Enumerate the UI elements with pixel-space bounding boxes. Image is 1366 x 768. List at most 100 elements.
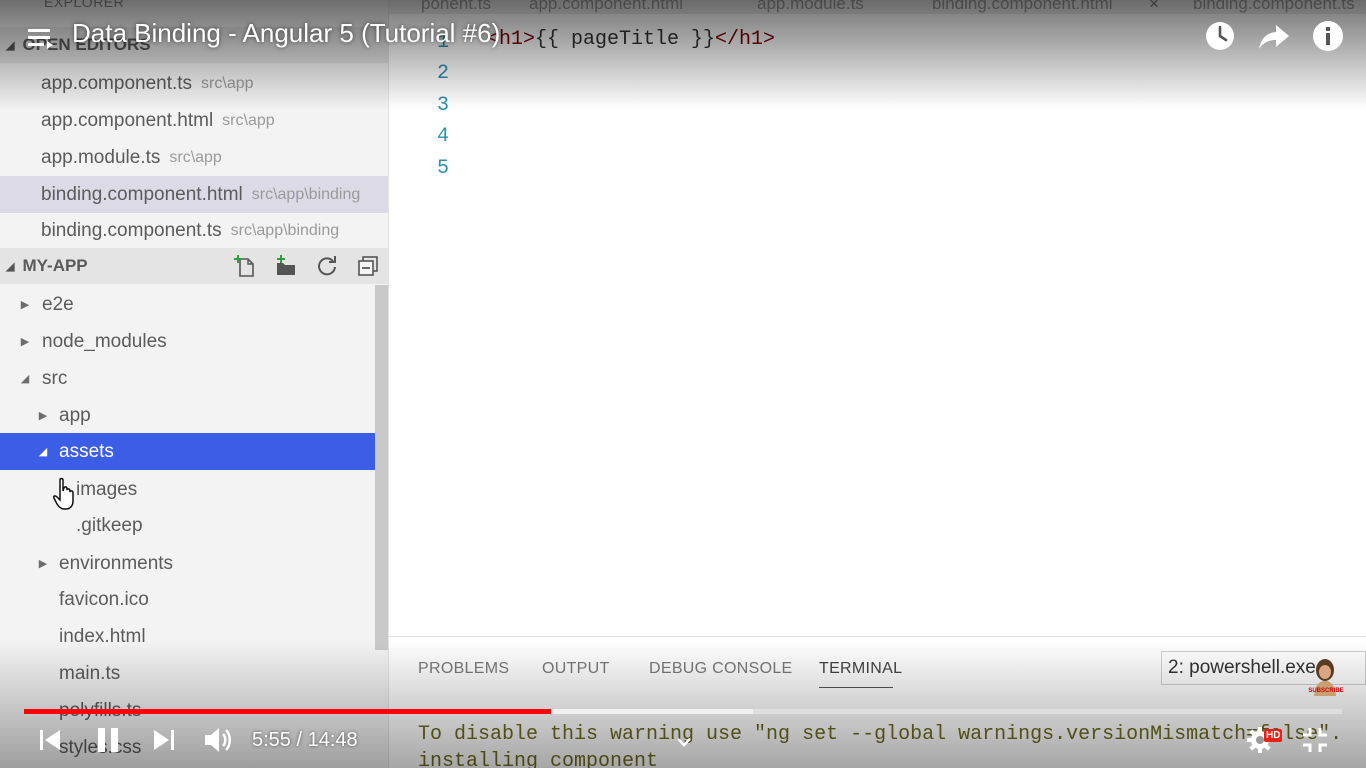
line-number: 2: [436, 62, 449, 85]
tree-folder-node-modules[interactable]: ▶ node_modules: [0, 323, 374, 360]
tree-item-label: environments: [59, 552, 174, 574]
expand-arrow-icon: ▶: [20, 299, 30, 311]
open-editor-path: src\app: [222, 111, 275, 129]
explorer-label: EXPLORER: [44, 0, 125, 10]
tree-file-index[interactable]: index.html: [0, 618, 374, 655]
panel-tab-output[interactable]: OUTPUT: [542, 660, 610, 678]
editor-tab[interactable]: ponent.ts: [421, 0, 491, 14]
progress-bar[interactable]: [24, 709, 1342, 714]
collapse-all-icon[interactable]: [355, 253, 381, 279]
next-button[interactable]: [146, 722, 182, 758]
tree-folder-assets[interactable]: ◢ assets: [0, 433, 388, 470]
tree-item-label: images: [76, 478, 138, 500]
watch-later-icon[interactable]: [1202, 18, 1238, 54]
subscribe-label[interactable]: SUBSCRIBE: [1306, 688, 1346, 694]
tree-item-label: index.html: [59, 625, 146, 647]
collapse-arrow-icon: ◢: [20, 373, 30, 385]
volume-icon: [205, 728, 231, 752]
editor-tab[interactable]: app.module.ts: [757, 0, 864, 14]
skip-next-icon: [154, 730, 174, 750]
previous-button[interactable]: [32, 722, 68, 758]
pause-button[interactable]: [90, 722, 126, 758]
tree-folder-environments[interactable]: ▶ environments: [0, 545, 374, 582]
exit-fullscreen-icon: [1303, 728, 1327, 752]
open-editor-name: app.component.ts: [41, 72, 193, 94]
vscode-window: EXPLORER ◢ OPEN EDITORS app.component.ts…: [0, 0, 1366, 768]
refresh-icon[interactable]: [314, 253, 340, 279]
video-title[interactable]: Data Binding - Angular 5 (Tutorial #6): [72, 18, 500, 49]
panel-tab-terminal[interactable]: TERMINAL: [819, 660, 902, 678]
time-separator: /: [290, 729, 308, 751]
hand-cursor-icon: [53, 477, 74, 510]
exit-fullscreen-button[interactable]: [1297, 722, 1333, 758]
tree-item-label: app: [59, 404, 91, 426]
code-editor[interactable]: ponent.ts app.component.html app.module.…: [389, 0, 1366, 636]
new-folder-icon[interactable]: [273, 253, 299, 279]
explorer-sidebar: EXPLORER ◢ OPEN EDITORS app.component.ts…: [0, 0, 389, 768]
open-editor-path: src\app: [169, 148, 222, 166]
editor-tab-active[interactable]: binding.component.html: [932, 0, 1113, 14]
chapter-dropdown[interactable]: [666, 724, 702, 760]
open-editor-item[interactable]: app.component.html src\app: [0, 102, 388, 139]
tree-item-label: src: [42, 367, 68, 389]
new-file-icon[interactable]: [232, 253, 258, 279]
open-editor-name: app.component.html: [41, 109, 214, 131]
open-editor-path: src\app\binding: [230, 221, 340, 239]
editor-tab[interactable]: binding.component.ts: [1193, 0, 1355, 14]
active-tab-underline: [819, 687, 893, 688]
info-icon[interactable]: [1310, 18, 1346, 54]
tree-file-main[interactable]: main.ts: [0, 655, 374, 692]
time-total: 14:48: [307, 729, 358, 751]
tree-folder-e2e[interactable]: ▶ e2e: [0, 286, 374, 323]
editor-tab[interactable]: app.component.html: [529, 0, 683, 14]
open-editor-item[interactable]: app.component.ts src\app: [0, 65, 388, 102]
tree-folder-src[interactable]: ◢ src: [0, 360, 374, 397]
expand-arrow-icon: ▶: [38, 410, 48, 422]
open-editor-name: app.module.ts: [41, 146, 161, 168]
chevron-down-icon: [677, 738, 691, 747]
sidebar-scrollbar[interactable]: [375, 285, 388, 650]
collapse-arrow-icon: ◢: [38, 446, 48, 458]
terminal-output-line: installing component: [418, 750, 659, 768]
share-icon[interactable]: [1256, 18, 1292, 54]
line-number: 3: [436, 94, 449, 117]
project-title: MY-APP: [22, 256, 88, 275]
explorer-actions: [232, 248, 381, 284]
panel-tab-problems[interactable]: PROBLEMS: [418, 660, 509, 678]
expand-arrow-icon: ▶: [20, 336, 30, 348]
tree-folder-app[interactable]: ▶ app: [0, 397, 374, 434]
collapse-arrow-icon: ◢: [6, 39, 15, 52]
open-editor-path: src\app: [201, 74, 254, 92]
tree-item-label: main.ts: [59, 662, 121, 684]
code-line-1[interactable]: <h1>{{ pageTitle }}</h1>: [487, 28, 775, 51]
hd-badge: HD: [1264, 729, 1283, 742]
terminal-output-line: To disable this warning use "ng set --gl…: [418, 723, 1343, 746]
playlist-menu-icon[interactable]: [22, 22, 58, 54]
editor-tab-bar: ponent.ts app.component.html app.module.…: [389, 0, 1366, 14]
collapse-arrow-icon: ◢: [6, 260, 15, 273]
code-interpolation: {{ pageTitle }}: [535, 28, 716, 51]
code-close-tag: </h1>: [715, 28, 776, 51]
line-number: 4: [436, 125, 449, 148]
open-editor-item-active[interactable]: binding.component.html src\app\binding: [0, 176, 388, 213]
panel-tab-debug-console[interactable]: DEBUG CONSOLE: [649, 660, 793, 678]
expand-arrow-icon: ▶: [38, 558, 48, 570]
volume-button[interactable]: [200, 722, 236, 758]
tree-item-label: .gitkeep: [76, 514, 143, 536]
open-editor-item[interactable]: binding.component.ts src\app\binding: [0, 212, 388, 249]
time-current: 5:55: [252, 729, 291, 751]
project-header[interactable]: ◢ MY-APP: [0, 248, 388, 284]
close-tab-icon[interactable]: ×: [1149, 0, 1159, 14]
tree-item-label: node_modules: [42, 330, 167, 352]
progress-played: [24, 709, 552, 714]
tree-item-label: e2e: [42, 293, 74, 315]
tree-file-favicon[interactable]: favicon.ico: [0, 581, 374, 618]
skip-previous-icon: [40, 730, 60, 750]
open-editor-name: binding.component.html: [41, 183, 243, 205]
tree-item-label: assets: [59, 440, 114, 462]
bottom-panel: PROBLEMS OUTPUT DEBUG CONSOLE TERMINAL 2…: [389, 636, 1366, 768]
open-editor-item[interactable]: app.module.ts src\app: [0, 139, 388, 176]
tree-file-gitkeep[interactable]: .gitkeep: [0, 507, 374, 544]
open-editor-path: src\app\binding: [251, 185, 361, 203]
time-display: 5:55 / 14:48: [252, 729, 358, 752]
